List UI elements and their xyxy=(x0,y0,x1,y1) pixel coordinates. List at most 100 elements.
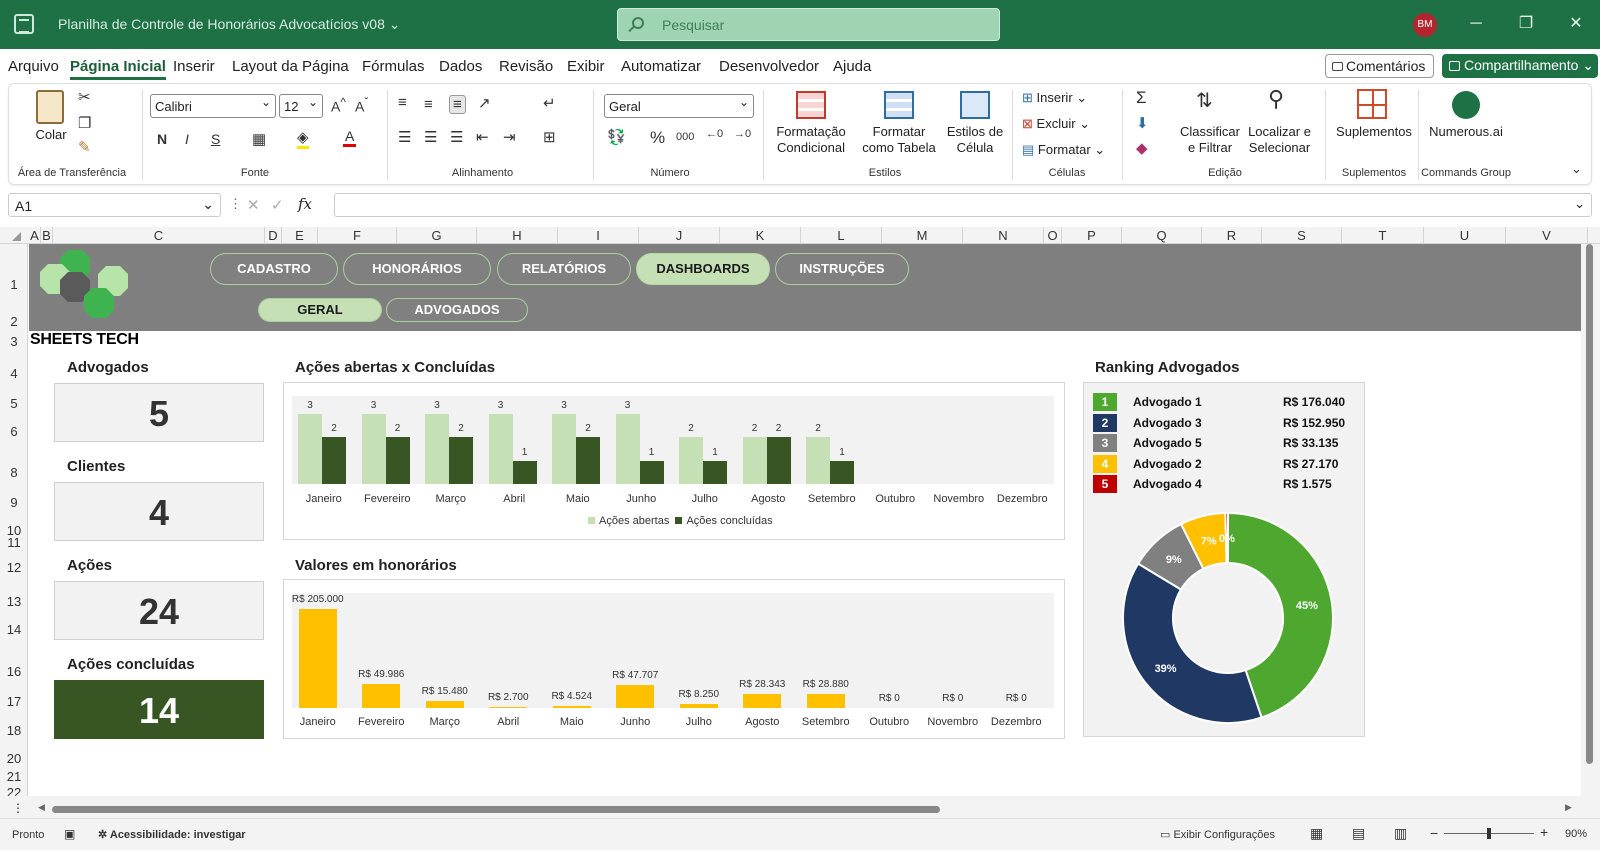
row-header[interactable]: 16 xyxy=(0,664,28,679)
accessibility-status[interactable]: ✲ Acessibilidade: investigar xyxy=(98,828,246,841)
row-header[interactable]: 20 xyxy=(0,751,28,766)
cell-styles-label[interactable]: Estilos de Célula xyxy=(945,124,1005,156)
nav-cadastro[interactable]: CADASTRO xyxy=(210,253,338,285)
column-header[interactable]: G xyxy=(397,227,477,244)
menu-inserir[interactable]: Inserir xyxy=(173,58,215,75)
row-header[interactable]: 4 xyxy=(0,366,28,381)
format-cells-button[interactable]: ▤ Formatar ⌄ xyxy=(1022,142,1105,158)
row-header[interactable]: 17 xyxy=(0,694,28,709)
menu-exibir[interactable]: Exibir xyxy=(567,58,605,75)
align-middle-icon[interactable]: ≡ xyxy=(424,96,433,113)
column-header[interactable]: F xyxy=(318,227,397,244)
column-header[interactable]: S xyxy=(1262,227,1342,244)
horizontal-scroll-thumb[interactable] xyxy=(52,806,940,813)
align-left-icon[interactable]: ☰ xyxy=(398,128,411,146)
row-header[interactable]: 18 xyxy=(0,723,28,738)
row-header[interactable]: 8 xyxy=(0,465,28,480)
bold-button[interactable]: N xyxy=(157,131,167,147)
minimize-button[interactable]: ─ xyxy=(1462,12,1490,36)
menu-pagina-inicial[interactable]: Página Inicial xyxy=(70,58,166,80)
page-layout-icon[interactable]: ▤ xyxy=(1352,825,1365,842)
find-select-icon[interactable]: ⚲ xyxy=(1268,86,1284,112)
decrease-font-icon[interactable]: Aˇ xyxy=(355,96,368,115)
cut-icon[interactable]: ✂ xyxy=(78,88,91,106)
confirm-entry-icon[interactable]: ✓ xyxy=(271,196,284,214)
restore-button[interactable]: ❐ xyxy=(1512,12,1540,36)
menu-dados[interactable]: Dados xyxy=(439,58,482,75)
close-button[interactable]: ✕ xyxy=(1562,12,1590,36)
paste-icon[interactable] xyxy=(36,90,64,124)
row-header[interactable]: 14 xyxy=(0,622,28,637)
increase-font-icon[interactable]: A^ xyxy=(331,96,346,115)
italic-button[interactable]: I xyxy=(185,131,189,147)
nav-dashboards[interactable]: DASHBOARDS xyxy=(636,253,770,285)
copy-icon[interactable]: ❐ xyxy=(78,114,91,132)
column-header[interactable]: O xyxy=(1044,227,1062,244)
scroll-left-icon[interactable]: ◀ xyxy=(38,802,45,813)
decrease-decimal-icon[interactable]: →0 xyxy=(734,128,751,140)
sheet-options-icon[interactable]: ⋮ xyxy=(12,801,24,815)
menu-layout[interactable]: Layout da Página xyxy=(232,58,349,75)
zoom-slider-thumb[interactable] xyxy=(1487,828,1491,839)
collapse-ribbon-icon[interactable]: ⌄ xyxy=(1571,161,1582,177)
menu-automatizar[interactable]: Automatizar xyxy=(621,58,701,75)
row-header[interactable]: 1 xyxy=(0,277,28,292)
numerous-ai-icon[interactable] xyxy=(1452,91,1480,119)
avatar[interactable]: BM xyxy=(1413,13,1437,37)
cell-styles-icon[interactable] xyxy=(960,91,990,119)
column-header[interactable]: Q xyxy=(1122,227,1202,244)
select-all-icon[interactable] xyxy=(12,232,21,241)
column-header[interactable]: L xyxy=(801,227,882,244)
row-header[interactable]: 21 xyxy=(0,769,28,784)
nav-instrucoes[interactable]: INSTRUÇÕES xyxy=(775,253,909,285)
clear-icon[interactable]: ◆ xyxy=(1136,139,1148,157)
column-header[interactable]: E xyxy=(282,227,318,244)
zoom-in-button[interactable]: + xyxy=(1540,824,1548,840)
autosum-icon[interactable]: Σ xyxy=(1136,88,1147,108)
format-table-icon[interactable] xyxy=(884,91,914,119)
subnav-advogados[interactable]: ADVOGADOS xyxy=(386,298,528,322)
cancel-entry-icon[interactable]: ✕ xyxy=(247,196,260,214)
addins-icon[interactable] xyxy=(1357,89,1387,119)
share-button[interactable]: Compartilhamento ⌄ xyxy=(1442,54,1598,78)
menu-formulas[interactable]: Fórmulas xyxy=(362,58,425,75)
subnav-geral[interactable]: GERAL xyxy=(258,298,382,322)
normal-view-icon[interactable]: ▦ xyxy=(1310,825,1323,842)
wrap-text-icon[interactable]: ↵ xyxy=(543,94,556,112)
increase-indent-icon[interactable]: ⇥ xyxy=(503,128,516,146)
more-options-icon[interactable]: ⋮ xyxy=(229,196,242,212)
format-painter-icon[interactable]: ✎ xyxy=(78,138,91,156)
macro-record-icon[interactable]: ▣ xyxy=(64,827,75,841)
column-header[interactable]: V xyxy=(1506,227,1588,244)
column-header[interactable]: K xyxy=(720,227,801,244)
numerous-ai-label[interactable]: Numerous.ai xyxy=(1424,124,1508,140)
menu-revisao[interactable]: Revisão xyxy=(499,58,553,75)
column-header[interactable]: R xyxy=(1202,227,1262,244)
search-box[interactable]: Pesquisar xyxy=(617,8,1000,41)
percent-button[interactable]: % xyxy=(650,128,665,148)
row-header[interactable]: 9 xyxy=(0,495,28,510)
nav-honorarios[interactable]: HONORÁRIOS xyxy=(343,253,491,285)
currency-icon[interactable]: 💱 xyxy=(607,128,626,146)
font-size-select[interactable]: 12 xyxy=(279,94,323,118)
merge-cells-icon[interactable]: ⊞ xyxy=(543,128,556,146)
orientation-icon[interactable]: ↗ xyxy=(478,94,491,112)
conditional-format-icon[interactable] xyxy=(796,91,826,119)
insert-function-button[interactable]: fx xyxy=(298,195,312,213)
row-header[interactable]: 12 xyxy=(0,560,28,575)
menu-ajuda[interactable]: Ajuda xyxy=(833,58,871,75)
column-header[interactable]: I xyxy=(558,227,639,244)
find-select-label[interactable]: Localizar e Selecionar xyxy=(1242,124,1317,156)
align-center-icon[interactable]: ☰ xyxy=(424,128,437,146)
conditional-format-label[interactable]: Formatação Condicional xyxy=(770,124,852,156)
font-name-select[interactable]: Calibri xyxy=(150,94,276,118)
column-header[interactable]: B xyxy=(41,227,53,244)
name-box[interactable]: A1 ⌄ xyxy=(8,193,221,217)
row-header[interactable]: 5 xyxy=(0,396,28,411)
thousands-button[interactable]: 000 xyxy=(676,131,694,143)
addins-label[interactable]: Suplementos xyxy=(1333,124,1415,140)
zoom-level[interactable]: 90% xyxy=(1565,828,1587,840)
fill-icon[interactable]: ⬇ xyxy=(1136,114,1149,132)
column-header[interactable]: N xyxy=(963,227,1044,244)
row-header[interactable]: 3 xyxy=(0,334,28,349)
